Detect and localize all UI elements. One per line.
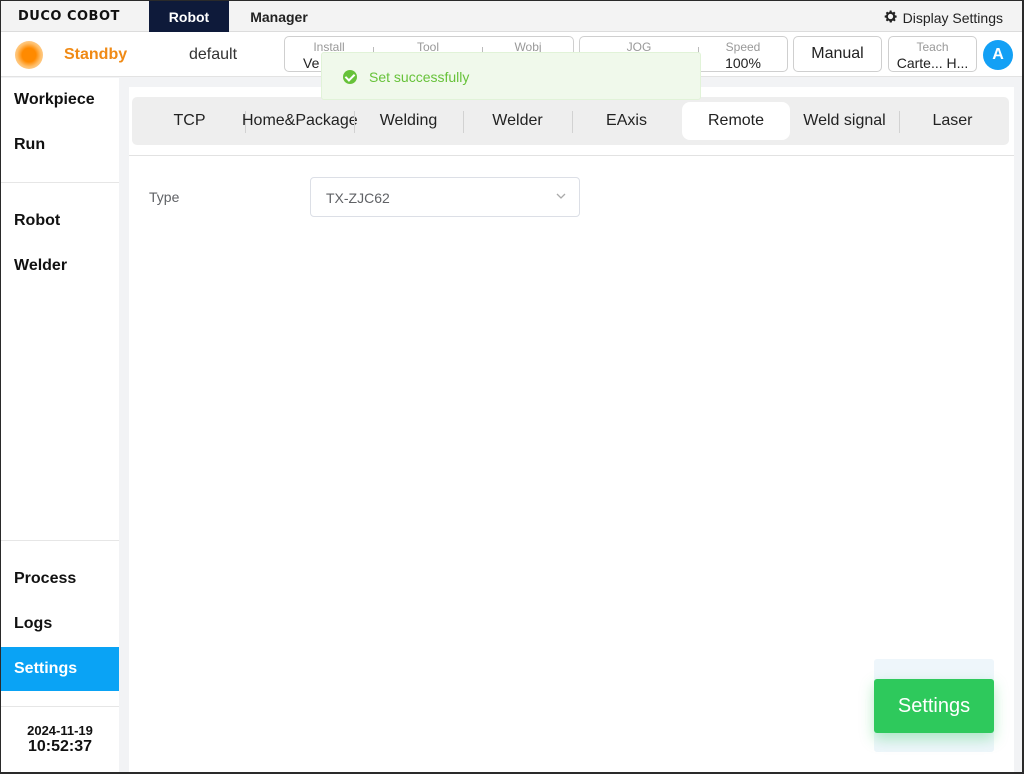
- tab-welder[interactable]: Welder: [463, 102, 572, 140]
- tab-remote[interactable]: Remote: [682, 102, 790, 140]
- type-select-value: TX-ZJC62: [326, 190, 390, 206]
- tab-welding[interactable]: Welding: [354, 102, 463, 140]
- type-label: Type: [149, 189, 180, 205]
- tab-weld-signal[interactable]: Weld signal: [790, 102, 899, 140]
- tab-manager[interactable]: Manager: [233, 1, 325, 32]
- sidebar-item-robot[interactable]: Robot: [1, 199, 119, 243]
- top-bar: DUCO COBOT Robot Manager Display Setting…: [1, 1, 1022, 32]
- divider: [129, 155, 1014, 156]
- tab-tcp[interactable]: TCP: [135, 102, 244, 140]
- sidebar-item-workpiece[interactable]: Workpiece: [1, 78, 119, 122]
- project-name[interactable]: default: [189, 46, 237, 64]
- display-settings-label: Display Settings: [902, 10, 1003, 26]
- sidebar-item-settings[interactable]: Settings: [1, 647, 119, 691]
- app-window: DUCO COBOT Robot Manager Display Setting…: [1, 1, 1022, 772]
- divider: [1, 706, 119, 707]
- manual-mode-button[interactable]: Manual: [793, 36, 882, 72]
- sidebar-item-run[interactable]: Run: [1, 123, 119, 167]
- tab-home-package[interactable]: Home&Package: [242, 102, 358, 140]
- settings-tabs: TCP Home&Package Welding Welder EAxis Re…: [132, 97, 1009, 145]
- brand-logo: DUCO COBOT: [18, 9, 120, 24]
- toast-message: Set successfully: [369, 69, 470, 85]
- sidebar-item-process[interactable]: Process: [1, 557, 119, 601]
- robot-state: Standby: [64, 46, 128, 63]
- teach-selector[interactable]: Teach Carte... H...: [888, 36, 977, 72]
- type-select[interactable]: TX-ZJC62: [310, 177, 580, 217]
- user-avatar[interactable]: A: [983, 40, 1013, 70]
- divider: [1, 540, 119, 541]
- chevron-down-icon: [556, 193, 566, 199]
- tab-laser[interactable]: Laser: [899, 102, 1006, 140]
- settings-button[interactable]: Settings: [874, 679, 994, 733]
- check-circle-icon: [343, 70, 357, 84]
- sidebar-item-welder[interactable]: Welder: [1, 244, 119, 288]
- tab-eaxis[interactable]: EAxis: [572, 102, 681, 140]
- status-indicator-icon: [15, 41, 43, 69]
- current-time: 10:52:37: [27, 738, 93, 755]
- settings-panel: TCP Home&Package Welding Welder EAxis Re…: [129, 87, 1014, 772]
- divider: [1, 182, 119, 183]
- sidebar: Workpiece Run Robot Welder Process Logs …: [1, 78, 119, 772]
- success-toast: Set successfully: [321, 52, 701, 100]
- current-date: 2024-11-19: [27, 723, 93, 738]
- display-settings-button[interactable]: Display Settings: [883, 9, 1003, 27]
- tab-robot[interactable]: Robot: [149, 1, 229, 32]
- gear-icon: [883, 9, 898, 27]
- sidebar-item-logs[interactable]: Logs: [1, 602, 119, 646]
- speed-selector[interactable]: Speed 100%: [699, 37, 787, 71]
